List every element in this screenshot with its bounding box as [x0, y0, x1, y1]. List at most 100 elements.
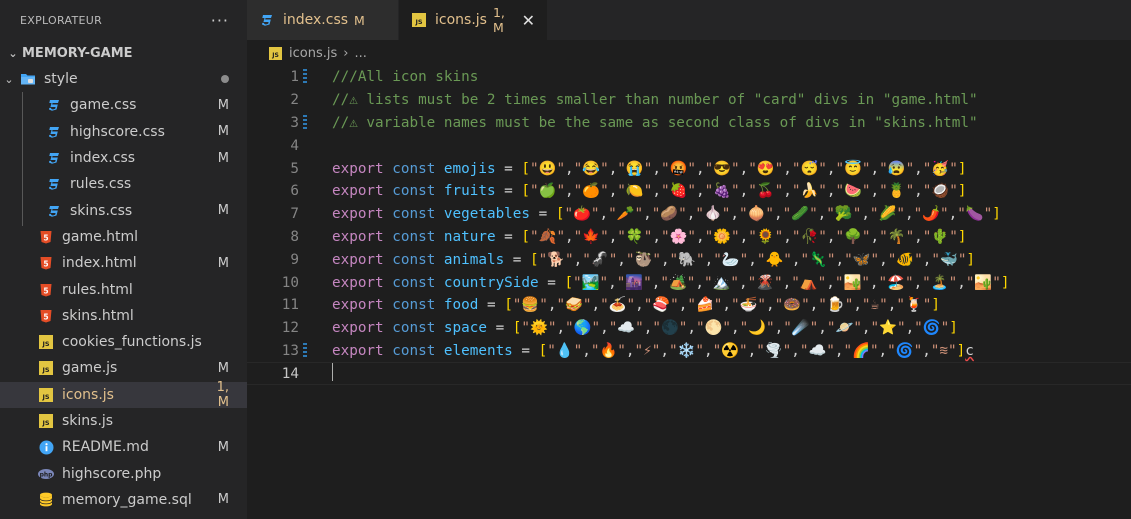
emoji-value: 🥦 — [834, 206, 853, 223]
editor-tab-bar: index.css M JS icons.js 1, M ✕ — [247, 0, 1131, 40]
string-literal: "🍜" — [731, 297, 767, 314]
emoji-value: 🍔 — [521, 297, 540, 314]
code-line[interactable]: 2 //⚠ lists must be 2 times smaller than … — [247, 89, 1131, 112]
file-item[interactable]: 5 game.html — [0, 224, 247, 250]
emoji-value: 🌼 — [713, 228, 731, 245]
emoji-value: 🦎 — [809, 251, 827, 268]
string-literal: "🦋" — [844, 251, 880, 268]
file-item[interactable]: memory_game.sql M — [0, 487, 247, 513]
file-item[interactable]: JS icons.js 1, M — [0, 380, 247, 410]
emoji-value: 🏜️ — [843, 274, 862, 291]
js-file-icon: JS — [38, 387, 54, 403]
svg-text:JS: JS — [41, 419, 49, 427]
keyword-const: const — [392, 160, 436, 177]
comma: , — [957, 274, 966, 291]
tab-label: index.css — [283, 12, 349, 28]
code-line[interactable]: 3 //⚠ variable names must be the same as … — [247, 112, 1131, 135]
operator: = — [504, 251, 531, 268]
code-line[interactable]: 10 export const countrySide = ["🏞️","🌆","… — [247, 271, 1131, 294]
file-item[interactable]: 5 index.html M — [0, 250, 247, 276]
code-line[interactable]: 1 ///All icon skins — [247, 66, 1131, 89]
file-item[interactable]: index.css M — [0, 145, 247, 171]
tab-index-css[interactable]: index.css M — [247, 0, 399, 40]
code-line[interactable]: 8 export const nature = ["🍂","🍁","🍀","🌸",… — [247, 226, 1131, 249]
variable-name: fruits — [443, 183, 496, 200]
file-item[interactable]: 5 rules.html — [0, 276, 247, 302]
comma: , — [617, 251, 626, 268]
database-icon — [38, 492, 54, 508]
file-item[interactable]: highscore.css M — [0, 119, 247, 145]
breadcrumb-symbol[interactable]: ... — [354, 46, 366, 61]
git-change-marker — [303, 252, 307, 268]
string-literal: "🌀" — [914, 320, 950, 337]
code-line[interactable]: 14 — [247, 362, 1131, 386]
code-line[interactable]: 7 export const vegetables = ["🍅","🥕","🥔",… — [247, 203, 1131, 226]
string-literal: "🌸" — [660, 228, 696, 245]
git-change-marker — [303, 342, 307, 359]
keyword-const: const — [392, 251, 436, 268]
string-literal: "🍹" — [896, 297, 932, 314]
code-line[interactable]: 5 export const emojis = ["😃","😂","😭","🤬",… — [247, 157, 1131, 180]
emoji-value: ☁️ — [617, 320, 636, 337]
variable-name: animals — [443, 251, 505, 268]
string-literal: "🐠" — [887, 251, 923, 268]
code-line[interactable]: 9 export const animals = ["🐕","🦨","🦥","🐘"… — [247, 248, 1131, 271]
keyword-export: export — [332, 274, 384, 291]
string-literal: "🧅" — [739, 206, 775, 223]
emoji-value: 🏔️ — [712, 274, 731, 291]
tab-icons-js[interactable]: JS icons.js 1, M ✕ — [399, 0, 548, 40]
chevron-down-icon: ⌄ — [8, 46, 18, 60]
comma: , — [608, 228, 618, 245]
code-line[interactable]: 12 export const space = ["🌞","🌎","☁️","🌑"… — [247, 317, 1131, 340]
string-literal: "🌀" — [887, 342, 923, 359]
file-item[interactable]: JS skins.js — [0, 408, 247, 434]
folder-icon — [20, 71, 36, 87]
string-literal: "🧄" — [695, 206, 731, 223]
emoji-value: 🌋 — [756, 274, 775, 291]
code-editor[interactable]: 1 ///All icon skins 2 //⚠ lists must be 2 t… — [247, 66, 1131, 519]
string-literal: "🍣" — [643, 297, 679, 314]
variable-name: countrySide — [443, 274, 539, 291]
more-actions-icon[interactable]: ··· — [211, 11, 229, 30]
emoji-value: 🤬 — [669, 160, 688, 177]
string-literal: "🌶️" — [913, 206, 949, 223]
emoji-value: 😃 — [538, 160, 557, 177]
file-item[interactable]: skins.css M — [0, 197, 247, 223]
line-code: //⚠ variable names must be the same as s… — [332, 115, 978, 131]
file-item[interactable]: 5 skins.html — [0, 303, 247, 329]
breadcrumb: JS icons.js › ... — [247, 40, 1131, 66]
string-literal: "🦢" — [713, 251, 749, 268]
line-number: 6 — [290, 183, 299, 200]
file-item[interactable]: rules.css — [0, 171, 247, 197]
css-file-icon — [46, 203, 62, 219]
code-line[interactable]: 13 export const elements = ["💧","🔥","⚡","… — [247, 340, 1131, 363]
string-literal: "☁️" — [799, 342, 835, 359]
close-icon[interactable]: ✕ — [522, 11, 535, 30]
file-name: skins.css — [70, 202, 133, 219]
git-change-marker — [303, 114, 307, 131]
file-item[interactable]: JS game.js M — [0, 355, 247, 381]
string-literal: "🦥" — [625, 251, 661, 268]
file-item[interactable]: php highscore.php — [0, 460, 247, 486]
keyword-export: export — [332, 206, 384, 223]
string-literal: "🍒" — [748, 183, 784, 200]
code-line[interactable]: 11 export const food = ["🍔","🥪","🍝","🍣","… — [247, 294, 1131, 317]
git-change-marker — [303, 275, 307, 291]
file-item[interactable]: game.css M — [0, 92, 247, 118]
file-item[interactable]: README.md M — [0, 434, 247, 460]
emoji-value: ≋ — [939, 342, 949, 359]
code-line[interactable]: 4 — [247, 134, 1131, 157]
string-literal: "😂" — [573, 160, 609, 177]
string-literal: "🌽" — [869, 206, 905, 223]
string-literal: "🐘" — [669, 251, 705, 268]
file-item[interactable]: JS cookies_functions.js — [0, 329, 247, 355]
breadcrumb-file[interactable]: icons.js — [289, 46, 337, 61]
project-folder[interactable]: ⌄ MEMORY-GAME — [0, 40, 247, 66]
git-change-marker — [303, 161, 307, 177]
git-change-marker — [303, 366, 307, 382]
folder-item-style[interactable]: ⌄ style — [0, 66, 247, 92]
emoji-value: 😇 — [844, 160, 862, 177]
git-change-marker — [303, 297, 307, 313]
code-line[interactable]: 6 export const fruits = ["🍏","🍊","🍋","🍓",… — [247, 180, 1131, 203]
comma: , — [747, 342, 757, 359]
